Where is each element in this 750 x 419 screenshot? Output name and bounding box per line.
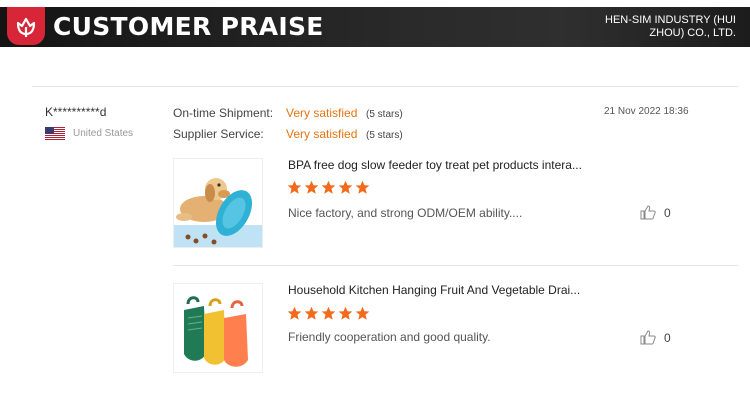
rating-label: Supplier Service: bbox=[173, 127, 264, 141]
product-image[interactable] bbox=[173, 283, 263, 373]
star-icon bbox=[338, 306, 353, 320]
star-icon bbox=[287, 306, 302, 320]
star-icon bbox=[338, 180, 353, 194]
reviewer-country: United States bbox=[45, 127, 133, 140]
reviewer-name: K**********d bbox=[45, 105, 107, 119]
country-label: United States bbox=[73, 128, 134, 139]
thumbs-up-icon bbox=[640, 205, 656, 220]
us-flag-icon bbox=[45, 127, 65, 140]
like-button[interactable]: 0 bbox=[640, 205, 671, 220]
like-button[interactable]: 0 bbox=[640, 330, 671, 345]
product-image[interactable] bbox=[173, 158, 263, 248]
brand-badge bbox=[7, 7, 45, 45]
rating-value: Very satisfied bbox=[286, 127, 358, 141]
tulip-icon bbox=[16, 17, 36, 37]
rating-value: Very satisfied bbox=[286, 106, 358, 120]
star-icon bbox=[321, 180, 336, 194]
product-star-rating bbox=[287, 306, 370, 321]
star-icon bbox=[355, 306, 370, 320]
header-banner: CUSTOMER PRAISE HEN-SIM INDUSTRY (HUI ZH… bbox=[0, 7, 750, 47]
like-count: 0 bbox=[664, 330, 671, 345]
drain-basket-image bbox=[174, 284, 262, 372]
page-title: CUSTOMER PRAISE bbox=[53, 12, 324, 41]
rating-label: On-time Shipment: bbox=[173, 106, 274, 120]
divider bbox=[32, 86, 738, 87]
company-name: HEN-SIM INDUSTRY (HUI ZHOU) CO., LTD. bbox=[605, 14, 736, 39]
star-icon bbox=[287, 180, 302, 194]
review-date: 21 Nov 2022 18:36 bbox=[604, 106, 689, 117]
dog-toy-image bbox=[174, 159, 262, 247]
star-icon bbox=[304, 306, 319, 320]
star-icon bbox=[304, 180, 319, 194]
star-icon bbox=[355, 180, 370, 194]
rating-stars-text: (5 stars) bbox=[366, 109, 403, 120]
rating-stars-text: (5 stars) bbox=[366, 130, 403, 141]
review-comment: Nice factory, and strong ODM/OEM ability… bbox=[288, 206, 523, 220]
rating-service: Supplier Service: Very satisfied (5 star… bbox=[173, 127, 403, 141]
star-icon bbox=[321, 306, 336, 320]
rating-shipment: On-time Shipment: Very satisfied (5 star… bbox=[173, 106, 403, 120]
product-star-rating bbox=[287, 180, 370, 195]
product-title-link[interactable]: Household Kitchen Hanging Fruit And Vege… bbox=[288, 283, 580, 297]
like-count: 0 bbox=[664, 205, 671, 220]
review-comment: Friendly cooperation and good quality. bbox=[288, 330, 491, 344]
thumbs-up-icon bbox=[640, 330, 656, 345]
product-title-link[interactable]: BPA free dog slow feeder toy treat pet p… bbox=[288, 158, 582, 172]
divider bbox=[173, 265, 738, 266]
